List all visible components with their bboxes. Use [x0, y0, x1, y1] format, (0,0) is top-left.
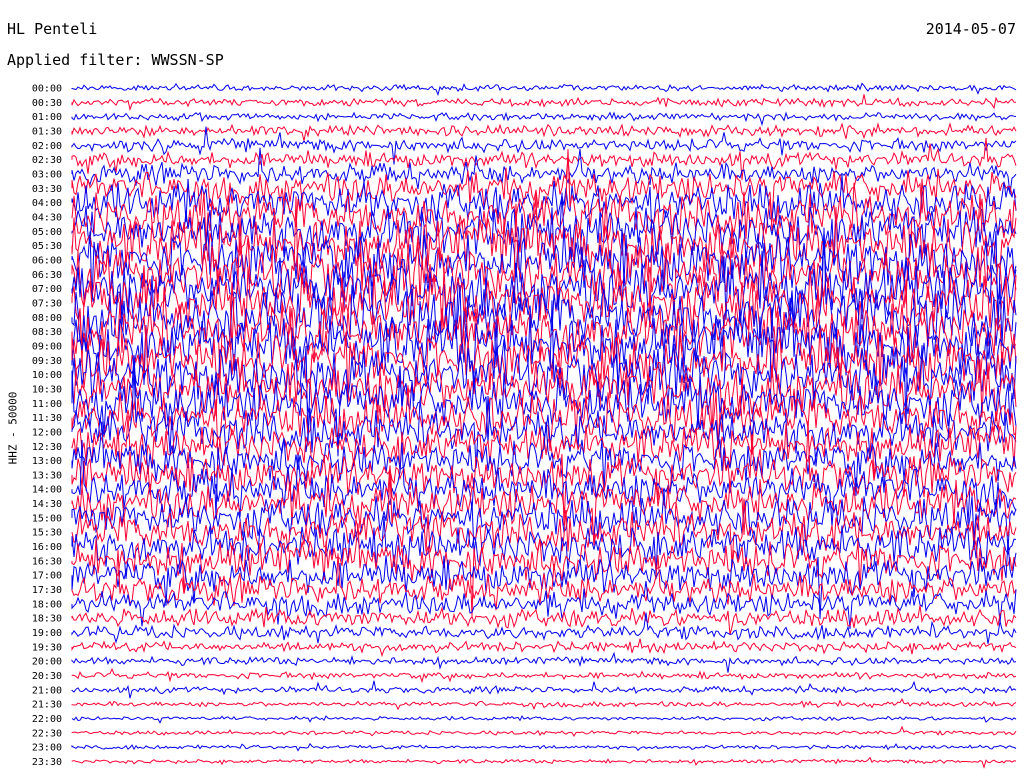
- time-tick-label: 13:30: [32, 470, 62, 481]
- time-tick-label: 01:30: [32, 126, 62, 137]
- seismic-trace-row: [71, 756, 1017, 769]
- seismic-trace-row: [71, 680, 1017, 699]
- time-tick-label: 19:30: [32, 642, 62, 653]
- time-tick-label: 03:30: [32, 184, 62, 195]
- time-tick-label: 19:00: [32, 628, 62, 639]
- seismic-trace-row: [71, 742, 1017, 752]
- time-tick-label: 03:00: [32, 169, 62, 180]
- time-tick-label: 11:30: [32, 413, 62, 424]
- time-tick-label: 12:00: [32, 427, 62, 438]
- time-tick-label: 20:00: [32, 657, 62, 668]
- time-tick-label: 13:00: [32, 456, 62, 467]
- time-tick-label: 22:30: [32, 728, 62, 739]
- time-tick-label: 09:30: [32, 356, 62, 367]
- time-tick-label: 05:00: [32, 227, 62, 238]
- time-tick-label: 17:30: [32, 585, 62, 596]
- time-tick-label: 23:00: [32, 743, 62, 754]
- time-tick-label: 01:00: [32, 112, 62, 123]
- time-tick-label: 12:30: [32, 442, 62, 453]
- helicorder-plot: 00:00 00:30 01:00 01:30 02:00 02:30 03:00 03:30…: [32, 82, 1017, 769]
- time-tick-label: 14:00: [32, 485, 62, 496]
- time-tick-label: 14:30: [32, 499, 62, 510]
- time-tick-label: 23:30: [32, 757, 62, 768]
- seismic-trace-row: [71, 111, 1017, 127]
- time-tick-label: 06:00: [32, 255, 62, 266]
- time-tick-label: 07:30: [32, 298, 62, 309]
- time-tick-label: 17:00: [32, 571, 62, 582]
- time-tick-label: 16:30: [32, 556, 62, 567]
- time-tick-label: 00:30: [32, 98, 62, 109]
- time-tick-label: 10:00: [32, 370, 62, 381]
- seismic-trace-row: [71, 725, 1017, 737]
- time-tick-label: 15:00: [32, 513, 62, 524]
- seismic-trace-row: [71, 82, 1017, 97]
- time-tick-label: 10:30: [32, 384, 62, 395]
- time-tick-label: 02:00: [32, 141, 62, 152]
- seismic-trace-row: [71, 147, 1017, 194]
- seismic-trace-row: [71, 638, 1017, 658]
- time-tick-label: 18:30: [32, 614, 62, 625]
- time-tick-label: 09:00: [32, 341, 62, 352]
- time-tick-label: 20:30: [32, 671, 62, 682]
- seismic-trace-row: [71, 667, 1017, 684]
- time-tick-label: 08:00: [32, 313, 62, 324]
- time-tick-label: 21:30: [32, 700, 62, 711]
- seismic-trace-row: [71, 94, 1017, 112]
- seismic-trace-row: [71, 651, 1017, 673]
- time-tick-label: 07:00: [32, 284, 62, 295]
- seismic-trace-row: [71, 698, 1017, 711]
- time-tick-label: 06:30: [32, 270, 62, 281]
- time-tick-label: 11:00: [32, 399, 62, 410]
- time-tick-label: 00:00: [32, 84, 62, 95]
- seismic-trace-row: [71, 122, 1017, 142]
- time-tick-label: 08:30: [32, 327, 62, 338]
- time-tick-label: 21:00: [32, 685, 62, 696]
- time-tick-label: 15:30: [32, 528, 62, 539]
- seismic-trace-row: [71, 715, 1017, 724]
- time-tick-label: 18:00: [32, 599, 62, 610]
- time-tick-label: 02:30: [32, 155, 62, 166]
- time-tick-label: 16:00: [32, 542, 62, 553]
- time-tick-label: 04:00: [32, 198, 62, 209]
- time-tick-label: 04:30: [32, 212, 62, 223]
- time-tick-label: 05:30: [32, 241, 62, 252]
- time-tick-label: 22:00: [32, 714, 62, 725]
